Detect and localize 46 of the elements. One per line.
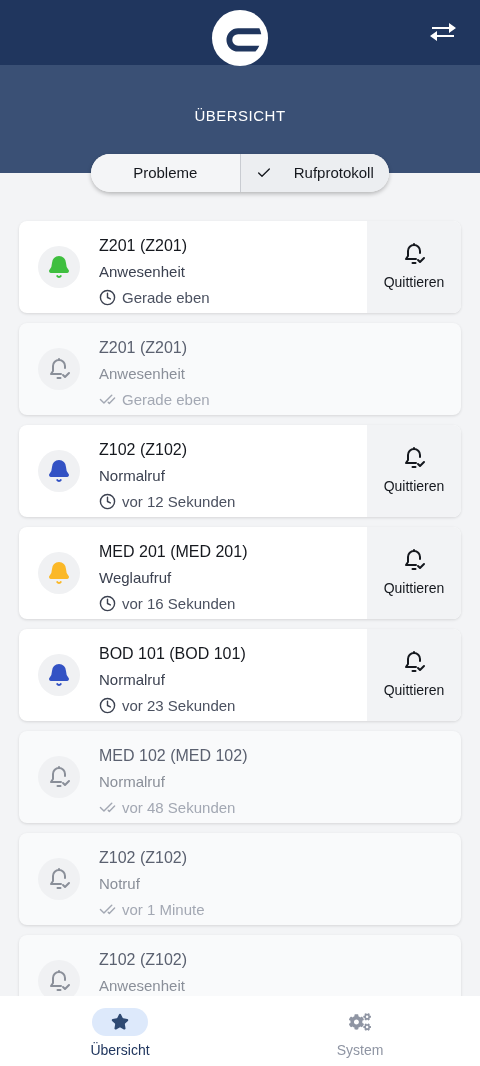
call-title: Z102 (Z102) [99,848,189,868]
call-title: Z102 (Z102) [99,950,189,970]
call-title: BOD 101 (BOD 101) [99,644,247,664]
bell-check-icon [47,867,71,891]
clock-icon [99,697,116,715]
call-title: Z201 (Z201) [99,236,189,256]
call-time: vor 12 Sekunden [122,491,236,512]
call-type: Anwesenheit [99,262,186,282]
call-type: Normalruf [99,466,166,486]
acknowledge-button[interactable]: Quittieren [367,629,461,721]
call-title: MED 102 (MED 102) [99,746,249,766]
call-time: vor 48 Sekunden [122,797,236,818]
call-time: Gerade eben [122,287,210,308]
gears-icon [349,1011,371,1033]
clock-icon [99,493,116,511]
call-type: Notruf [99,874,141,894]
call-type: Weglaufruf [99,568,173,588]
bell-check-icon [402,649,426,674]
call-time: vor 23 Sekunden [122,695,236,716]
page-title: ÜBERSICHT [194,106,286,126]
call-type: Normalruf [99,670,166,690]
acknowledge-button[interactable]: Quittieren [367,425,461,517]
nav-tab[interactable]: Übersicht [0,996,240,1066]
clock-icon [99,289,116,307]
swap-arrows-icon[interactable] [428,20,458,44]
call-type: Normalruf [99,772,166,792]
call-time: vor 1 Minute [122,899,205,920]
bell-check-icon [47,765,71,789]
call-title: Z102 (Z102) [99,440,189,460]
segment-tab[interactable]: Probleme [91,154,240,192]
call-type: Anwesenheit [99,976,186,996]
acknowledge-button[interactable]: Quittieren [367,221,461,313]
call-time: vor 16 Sekunden [122,593,236,614]
call-title: MED 201 (MED 201) [99,542,249,562]
segment-tab[interactable]: Rufprotokoll [239,154,389,192]
bell-check-icon [402,547,426,572]
call-type: Anwesenheit [99,364,186,384]
bell-check-icon [47,357,71,381]
bell-check-icon [47,969,71,993]
call-time: Gerade eben [122,389,210,410]
bell-check-icon [402,241,426,266]
star-icon [111,1013,129,1031]
acknowledge-button[interactable]: Quittieren [367,527,461,619]
bell-check-icon [402,445,426,470]
call-title: Z201 (Z201) [99,338,189,358]
clock-icon [99,595,116,613]
